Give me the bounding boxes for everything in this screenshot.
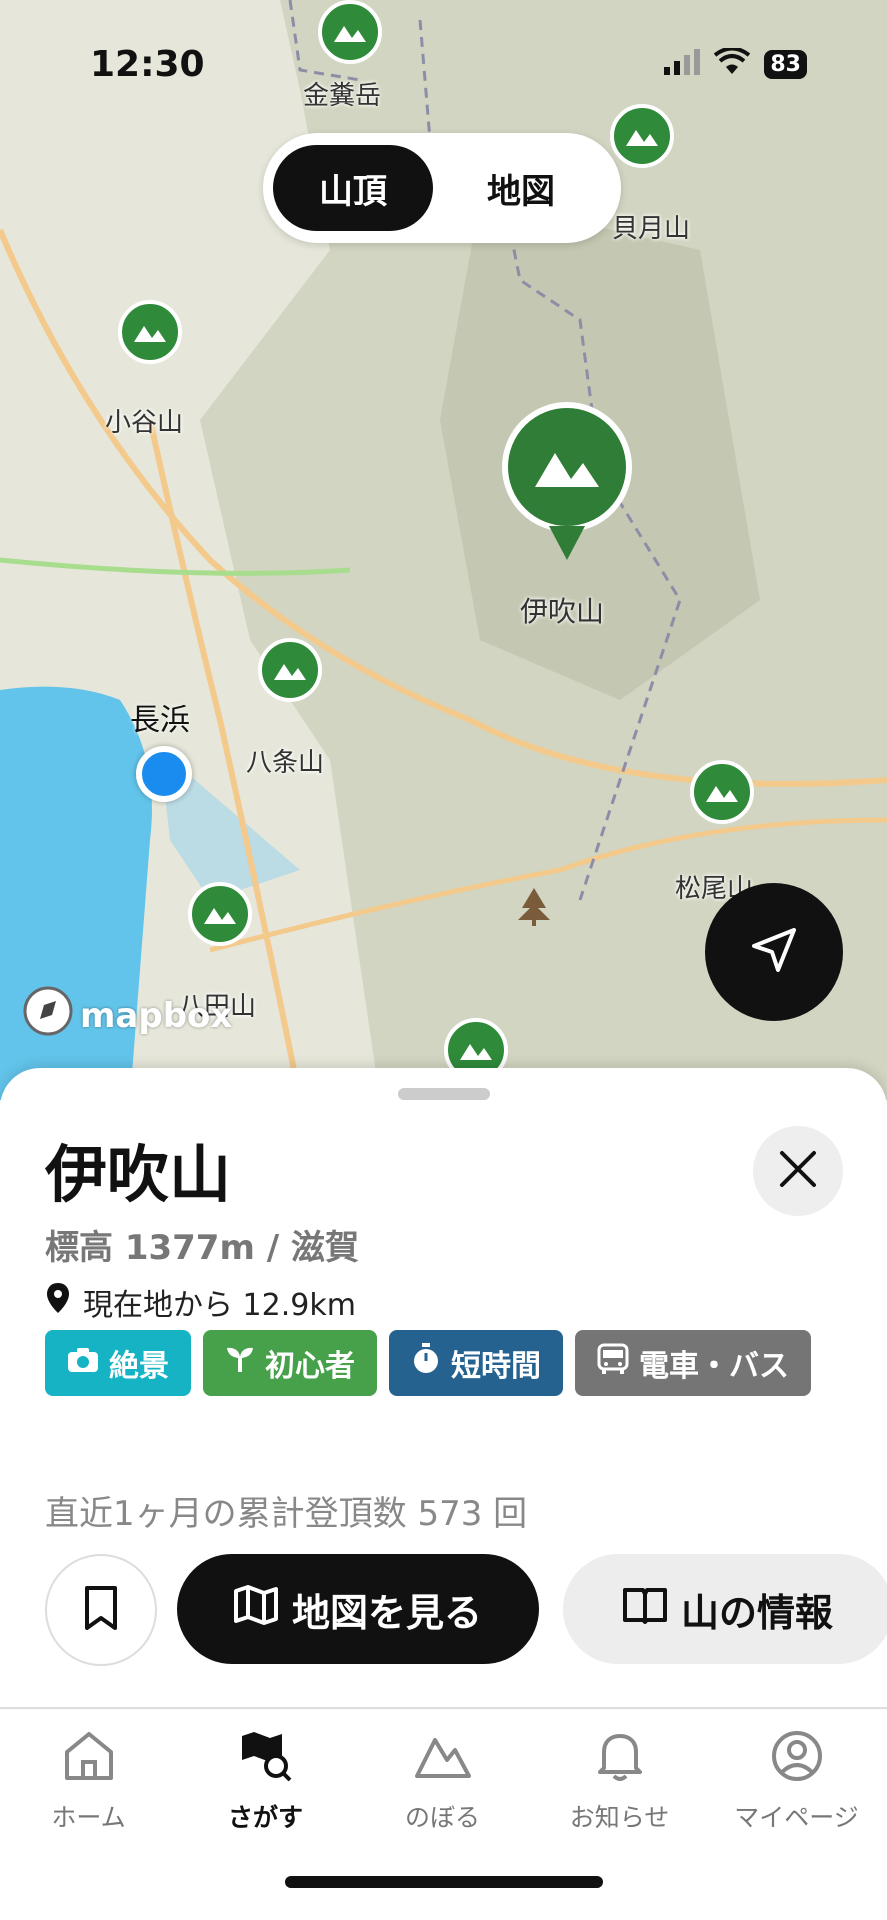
tab-label: マイページ bbox=[734, 1803, 859, 1832]
tab-label: ホーム bbox=[51, 1803, 126, 1832]
user-icon bbox=[769, 1730, 825, 1786]
signal-icon bbox=[664, 49, 701, 79]
peak-pin[interactable] bbox=[188, 882, 252, 946]
city-label: 長浜 bbox=[130, 703, 190, 738]
peak-label: 小谷山 bbox=[105, 408, 184, 438]
mapbox-label: mapbox bbox=[80, 995, 233, 1036]
bookmark-button[interactable] bbox=[45, 1554, 157, 1666]
mountain-icon bbox=[610, 104, 674, 168]
tab-peak[interactable]: 山頂 bbox=[273, 145, 433, 231]
peak-pin-selected[interactable] bbox=[502, 402, 632, 560]
tab-label: のぼる bbox=[404, 1803, 480, 1832]
tag-short-time: 短時間 bbox=[389, 1330, 563, 1396]
tag-label: 短時間 bbox=[451, 1349, 541, 1384]
detail-sheet: 伊吹山 標高 1377m / 滋賀 現在地から 12.9km 絶景 初心者 短時… bbox=[0, 1068, 887, 1708]
peak-label: 八条山 bbox=[246, 748, 325, 778]
wifi-icon bbox=[714, 46, 751, 80]
mountain-info-label: 山の情報 bbox=[680, 1590, 833, 1635]
mountain-icon bbox=[413, 1730, 473, 1786]
close-icon bbox=[778, 1149, 818, 1193]
close-button[interactable] bbox=[753, 1126, 843, 1216]
tab-climb[interactable]: のぼる bbox=[354, 1730, 531, 1834]
peak-pin[interactable] bbox=[610, 104, 674, 168]
peak-label: 伊吹山 bbox=[520, 595, 605, 628]
mapbox-attribution[interactable]: mapbox bbox=[22, 985, 232, 1046]
mountain-info-button[interactable]: 山の情報 bbox=[563, 1554, 887, 1664]
mountain-icon bbox=[502, 402, 632, 532]
bus-icon bbox=[597, 1343, 629, 1383]
tab-search[interactable]: さがす bbox=[177, 1730, 354, 1834]
mountain-icon bbox=[258, 638, 322, 702]
navigation-arrow-icon bbox=[748, 924, 800, 980]
map-view[interactable]: 12:30 83 山頂 地図 金糞岳 貝月山 小谷山 伊吹山 八条山 松尾山 八… bbox=[0, 0, 887, 1100]
mapbox-logo-icon bbox=[22, 985, 74, 1046]
tag-beginner: 初心者 bbox=[203, 1330, 377, 1396]
tag-label: 初心者 bbox=[265, 1349, 355, 1384]
tag-train-bus: 電車・バス bbox=[575, 1330, 811, 1396]
tag-label: 電車・バス bbox=[639, 1349, 789, 1384]
feature-tags: 絶景 初心者 短時間 電車・バス bbox=[45, 1330, 865, 1396]
view-map-label: 地図を見る bbox=[291, 1590, 482, 1635]
tab-label: お知らせ bbox=[569, 1803, 670, 1832]
sheet-handle[interactable] bbox=[398, 1088, 490, 1100]
mountain-icon bbox=[318, 0, 382, 64]
current-location-dot bbox=[136, 746, 192, 802]
mountain-title: 伊吹山 bbox=[45, 1138, 232, 1211]
map-search-icon bbox=[238, 1730, 294, 1786]
tab-home[interactable]: ホーム bbox=[0, 1730, 177, 1834]
status-bar: 12:30 83 bbox=[0, 40, 887, 90]
locate-button[interactable] bbox=[705, 883, 843, 1021]
mountain-icon bbox=[188, 882, 252, 946]
tab-mypage[interactable]: マイページ bbox=[708, 1730, 885, 1834]
mountain-icon bbox=[690, 760, 754, 824]
peak-label: 貝月山 bbox=[612, 214, 691, 244]
timer-icon bbox=[411, 1343, 441, 1383]
view-map-button[interactable]: 地図を見る bbox=[177, 1554, 539, 1664]
battery-indicator: 83 bbox=[764, 49, 807, 79]
peak-pin[interactable] bbox=[318, 0, 382, 64]
peak-pin[interactable] bbox=[118, 300, 182, 364]
status-icons: 83 bbox=[664, 46, 807, 80]
peak-label: 金糞岳 bbox=[303, 81, 382, 111]
tab-bar: ホーム さがす のぼる お知らせ マイページ bbox=[0, 1710, 887, 1920]
mountain-icon bbox=[118, 300, 182, 364]
home-indicator bbox=[285, 1876, 603, 1888]
home-icon bbox=[61, 1730, 117, 1786]
sprout-icon bbox=[225, 1344, 255, 1382]
campsite-icon bbox=[516, 886, 552, 930]
tab-notifications[interactable]: お知らせ bbox=[531, 1730, 708, 1834]
tag-scenic: 絶景 bbox=[45, 1330, 191, 1396]
mountain-elevation: 標高 1377m / 滋賀 bbox=[45, 1228, 359, 1268]
tag-label: 絶景 bbox=[109, 1349, 169, 1384]
distance-text: 現在地から 12.9km bbox=[83, 1288, 356, 1323]
camera-icon bbox=[67, 1346, 99, 1381]
bell-icon bbox=[592, 1730, 648, 1786]
peak-pin[interactable] bbox=[258, 638, 322, 702]
tab-label: さがす bbox=[227, 1803, 303, 1832]
location-pin-icon bbox=[45, 1281, 71, 1323]
map-icon bbox=[233, 1584, 278, 1634]
bookmark-icon bbox=[83, 1586, 119, 1634]
tabbar-divider bbox=[0, 1707, 887, 1709]
book-icon bbox=[622, 1586, 667, 1633]
distance-row: 現在地から 12.9km bbox=[45, 1280, 356, 1324]
summit-count: 直近1ヶ月の累計登頂数 573 回 bbox=[45, 1494, 528, 1534]
action-row: 地図を見る 山の情報 bbox=[45, 1554, 887, 1666]
status-time: 12:30 bbox=[90, 44, 205, 85]
view-toggle[interactable]: 山頂 地図 bbox=[263, 133, 621, 243]
tab-map[interactable]: 地図 bbox=[441, 145, 601, 231]
peak-pin[interactable] bbox=[690, 760, 754, 824]
